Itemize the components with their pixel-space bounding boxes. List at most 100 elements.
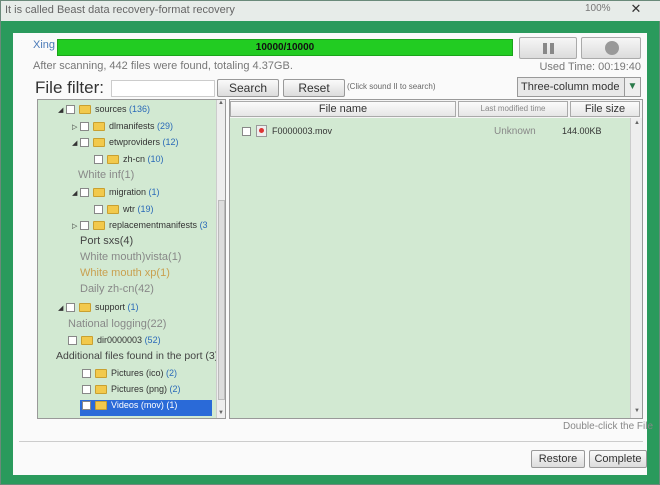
column-file-name[interactable]: File name	[230, 101, 456, 117]
column-last-modified[interactable]: Last modified time	[458, 101, 568, 117]
folder-icon	[93, 188, 105, 198]
chevron-down-icon[interactable]: ▼	[624, 78, 640, 96]
file-list: File name Last modified time File size F…	[229, 99, 643, 419]
view-mode-select[interactable]: Three-column mode ▼	[517, 77, 641, 97]
tree-plain-daily-zh-cn[interactable]: Daily zh-cn(42)	[80, 283, 154, 295]
checkbox[interactable]	[66, 303, 75, 313]
folder-icon	[95, 401, 107, 411]
scroll-up-icon[interactable]: ▲	[632, 120, 642, 128]
footer-divider	[19, 441, 643, 442]
tree-item-etwproviders[interactable]: ◢ etwproviders (12)	[72, 137, 179, 153]
tree-toggle[interactable]: ◢	[58, 304, 66, 312]
tree-scrollbar[interactable]: ▲ ▼	[216, 100, 225, 418]
tree-item-count: (12)	[162, 137, 179, 147]
tree-plain-white-xp[interactable]: White mouth xp(1)	[80, 267, 170, 279]
scroll-up-icon[interactable]: ▲	[217, 100, 225, 108]
tree-item-count: (1)	[166, 400, 178, 410]
tree-item-wtr[interactable]: wtr (19)	[94, 204, 154, 220]
stop-button[interactable]	[581, 37, 641, 59]
tree-item-count: (136)	[129, 104, 151, 114]
close-icon[interactable]: ✕	[627, 1, 645, 17]
file-list-scrollbar[interactable]: ▲ ▼	[630, 118, 642, 418]
checkbox[interactable]	[94, 205, 103, 215]
tree-toggle[interactable]: ▷	[72, 222, 80, 230]
stop-icon	[605, 41, 619, 55]
tree-item-label: migration	[109, 187, 147, 197]
file-row[interactable]: F0000003.mov Unknown 144.00KB	[240, 124, 630, 140]
tree-scroll-thumb[interactable]	[218, 200, 225, 400]
tree-item-dir0000003[interactable]: dir0000003 (52)	[68, 335, 161, 351]
scroll-down-icon[interactable]: ▼	[632, 408, 642, 416]
file-filter-label: File filter:	[35, 78, 104, 97]
folder-icon	[81, 336, 93, 346]
tree-plain-additional-files[interactable]: Additional files found in the port (3)	[56, 350, 218, 362]
tree-item-count: (52)	[144, 335, 161, 345]
tree-plain-national-logging[interactable]: National logging(22)	[68, 318, 166, 330]
folder-icon	[107, 155, 119, 165]
tree-item-pictures-ico[interactable]: Pictures (ico) (2)	[82, 368, 177, 384]
column-file-size[interactable]: File size	[570, 101, 640, 117]
checkbox[interactable]	[66, 105, 75, 115]
tree-item-count: (19)	[137, 204, 154, 214]
file-size: 144.00KB	[562, 126, 602, 136]
tree-item-videos-mov[interactable]: Videos (mov) (1)	[80, 400, 212, 416]
folder-icon	[107, 205, 119, 215]
used-time: Used Time: 00:19:40	[539, 61, 641, 73]
tree-item-label: support	[95, 302, 126, 312]
tree-item-label: dir0000003	[97, 335, 143, 345]
pause-button[interactable]	[519, 37, 577, 59]
checkbox[interactable]	[68, 336, 77, 346]
search-button[interactable]: Search	[217, 79, 279, 97]
tree-item-dlmanifests[interactable]: ▷ dlmanifests (29)	[72, 121, 173, 137]
folder-icon	[93, 122, 105, 132]
checkbox[interactable]	[80, 221, 89, 231]
tree-item-sources[interactable]: ◢ sources (136)	[58, 104, 150, 120]
tree-toggle[interactable]: ▷	[72, 123, 80, 131]
file-modified: Unknown	[494, 126, 536, 137]
scan-progress-text: 10000/10000	[255, 42, 315, 53]
tree-item-support[interactable]: ◢ support (1)	[58, 302, 139, 318]
tree-toggle[interactable]: ◢	[72, 139, 80, 147]
file-filter-input[interactable]	[111, 80, 215, 97]
scan-summary: After scanning, 442 files were found, to…	[33, 60, 293, 72]
folder-icon	[93, 138, 105, 148]
checkbox[interactable]	[242, 127, 251, 136]
tree-item-replacementmanifests[interactable]: ▷ replacementmanifests (3	[72, 220, 208, 236]
tree-item-migration[interactable]: ◢ migration (1)	[72, 187, 160, 203]
zoom-button[interactable]: 100%	[585, 3, 611, 17]
checkbox[interactable]	[82, 385, 91, 395]
tree-plain-white-inf[interactable]: White inf(1)	[78, 169, 134, 181]
tree-plain-port-sxs[interactable]: Port sxs(4)	[80, 235, 133, 247]
file-name: F0000003.mov	[272, 126, 333, 136]
tree-toggle[interactable]: ◢	[72, 189, 80, 197]
checkbox[interactable]	[80, 122, 89, 132]
reset-button[interactable]: Reset	[283, 79, 345, 97]
tree-item-label: Pictures (png)	[111, 384, 168, 394]
checkbox[interactable]	[80, 188, 89, 198]
scan-label: Xing	[33, 39, 56, 51]
tree-item-zh-cn[interactable]: zh-cn (10)	[94, 154, 164, 170]
tree-item-label: replacementmanifests	[109, 220, 198, 230]
checkbox[interactable]	[94, 155, 103, 165]
file-list-header: File name Last modified time File size	[230, 100, 642, 118]
tree-toggle[interactable]: ◢	[58, 106, 66, 114]
tree-plain-white-vista[interactable]: White mouth)vista(1)	[80, 251, 181, 263]
folder-tree: ◢ sources (136) ▷ dlmanifests (29) ◢ etwpro…	[37, 99, 226, 419]
scroll-down-icon[interactable]: ▼	[217, 410, 225, 418]
title-bar: It is called Beast data recovery-format …	[1, 1, 660, 21]
checkbox[interactable]	[82, 369, 91, 379]
tree-item-count: (2)	[169, 384, 181, 394]
restore-button[interactable]: Restore	[531, 450, 585, 468]
scan-progress-bar: 10000/10000	[57, 39, 513, 56]
tree-item-count: (1)	[127, 302, 139, 312]
folder-icon	[95, 369, 107, 379]
top-stripe	[13, 25, 647, 33]
tree-item-count: (29)	[157, 121, 174, 131]
checkbox[interactable]	[80, 138, 89, 148]
tree-item-label: wtr	[123, 204, 135, 214]
video-file-icon	[256, 125, 267, 137]
window-title: It is called Beast data recovery-format …	[5, 4, 235, 16]
checkbox[interactable]	[82, 401, 91, 411]
complete-button[interactable]: Complete	[589, 450, 647, 468]
tree-item-pictures-png[interactable]: Pictures (png) (2)	[82, 384, 181, 400]
